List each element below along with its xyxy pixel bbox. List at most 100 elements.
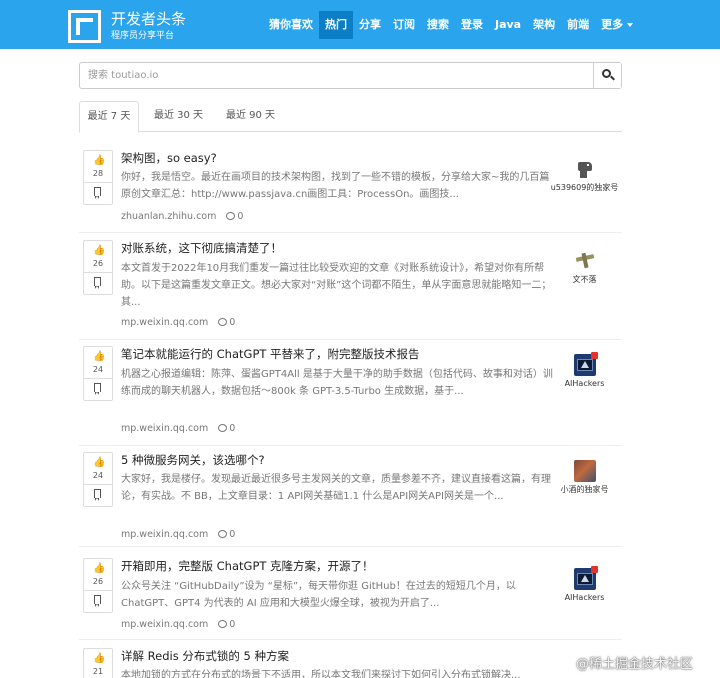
post-summary: 机器之心报道编辑：陈萍、蛋酱GPT4All 是基于大量干净的助手数据（包括代码、… — [121, 369, 553, 397]
post-meta: mp.weixin.qq.com 0 — [121, 619, 235, 631]
post-title[interactable]: 开箱即用，完整版 ChatGPT 克隆方案，开源了！ — [121, 558, 551, 574]
post-title[interactable]: 对账系统，这下彻底搞清楚了！ — [121, 240, 551, 256]
post-title[interactable]: 5 种微服务网关，该选哪个? — [121, 452, 551, 468]
vote-count: 24 — [92, 365, 104, 374]
vote-count: 26 — [92, 259, 104, 268]
author[interactable]: 小酒的独家号 — [547, 460, 622, 495]
dinosaur-avatar-icon — [573, 158, 596, 180]
post-item: 👍 26 开箱即用，完整版 ChatGPT 克隆方案，开源了！ 公众号关注 “G… — [79, 558, 622, 640]
bookmark-icon[interactable] — [94, 277, 101, 289]
nav-more-label: 更多 — [601, 18, 624, 31]
post-source[interactable]: mp.weixin.qq.com — [121, 423, 208, 434]
watermark: @稀土掘金技术社区 — [576, 657, 694, 672]
nav-item-hot[interactable]: 热门 — [319, 11, 353, 39]
comment-icon — [226, 212, 236, 220]
nav-item-share[interactable]: 分享 — [353, 11, 387, 39]
post-item: 👍 28 架构图，so easy? 你好，我是悟空。最近在画项目的技术架构图，找… — [79, 150, 622, 233]
tab-last-90-days[interactable]: 最近 90 天 — [217, 101, 284, 132]
post-summary: 本文首发于2022年10月我们重发一篇过往比较受欢迎的文章《对账系统设计》，希望… — [121, 263, 552, 308]
comment-count[interactable]: 0 — [229, 317, 235, 328]
nav-item-subscribe[interactable]: 订阅 — [387, 11, 421, 39]
post-summary: 公众号关注 “GitHubDaily”设为 “星标”，每天带你逛 GitHub！… — [121, 581, 516, 609]
comment-count[interactable]: 0 — [237, 211, 243, 222]
comment-icon — [218, 620, 228, 628]
bookmark-icon[interactable] — [94, 489, 101, 501]
post-item: 👍 24 5 种微服务网关，该选哪个? 大家好，我是楼仔。发现最近最近很多号主发… — [79, 452, 622, 547]
search-input[interactable] — [80, 63, 594, 88]
comment-count[interactable]: 0 — [229, 423, 235, 434]
tab-last-7-days[interactable]: 最近 7 天 — [79, 101, 139, 133]
thumbs-up-icon[interactable]: 👍 — [93, 458, 105, 468]
search-button[interactable] — [593, 63, 621, 88]
post-title[interactable]: 笔记本就能运行的 ChatGPT 平替来了，附完整版技术报告 — [121, 346, 551, 362]
post-source[interactable]: mp.weixin.qq.com — [121, 317, 208, 328]
post-title[interactable]: 架构图，so easy? — [121, 150, 551, 166]
tab-last-30-days[interactable]: 最近 30 天 — [145, 101, 212, 132]
author[interactable]: AIHackers — [547, 352, 622, 389]
post-summary: 你好，我是悟空。最近在画项目的技术架构图，找到了一些不错的模板，分享给大家~我的… — [121, 172, 550, 200]
nav-item-architecture[interactable]: 架构 — [527, 11, 561, 39]
caret-down-icon — [627, 23, 634, 27]
comment-icon — [218, 530, 228, 538]
thumbs-up-icon[interactable]: 👍 — [93, 156, 105, 166]
post-summary: 大家好，我是楼仔。发现最近最近很多号主发网关的文章，质量参差不齐，建议直接看这篇… — [121, 474, 551, 502]
logo-icon[interactable] — [68, 10, 101, 43]
vote-count: 24 — [92, 471, 104, 480]
author-name: 小酒的独家号 — [560, 485, 609, 494]
vote-box: 👍 28 — [83, 150, 113, 205]
bookmark-icon[interactable] — [94, 187, 101, 199]
bookmark-icon[interactable] — [94, 595, 101, 607]
thumbs-up-icon[interactable]: 👍 — [93, 246, 105, 256]
comment-icon — [218, 318, 228, 326]
vote-count: 26 — [92, 577, 104, 586]
time-range-tabs: 最近 7 天 最近 30 天 最近 90 天 — [79, 101, 622, 133]
vote-count: 28 — [92, 169, 104, 178]
vote-box: 👍 26 — [83, 240, 113, 295]
author-name: 文不落 — [572, 275, 597, 284]
aihackers-avatar-icon — [573, 566, 598, 590]
bookmark-icon[interactable] — [94, 383, 101, 395]
post-source[interactable]: mp.weixin.qq.com — [121, 619, 208, 630]
aihackers-avatar-icon — [573, 352, 598, 376]
vote-box: 👍 24 — [83, 346, 113, 401]
comment-count[interactable]: 0 — [229, 529, 235, 540]
nav-item-frontend[interactable]: 前端 — [561, 11, 595, 39]
comment-count[interactable]: 0 — [229, 619, 235, 630]
comment-icon — [218, 424, 228, 432]
author-name: AIHackers — [564, 593, 605, 602]
post-meta: mp.weixin.qq.com 0 — [121, 423, 235, 435]
brand-title[interactable]: 开发者头条 — [111, 10, 186, 29]
vote-count: 21 — [92, 667, 104, 676]
nav-item-login[interactable]: 登录 — [455, 11, 489, 39]
nav-item-java[interactable]: Java — [489, 11, 527, 39]
author[interactable]: u539609的独家号 — [547, 158, 622, 193]
nav-item-more[interactable]: 更多 — [595, 11, 639, 39]
post-title[interactable]: 详解 Redis 分布式锁的 5 种方案 — [121, 648, 551, 664]
top-navbar: 开发者头条 程序员分享平台 猜你喜欢 热门 分享 订阅 搜索 登录 Java 架… — [0, 0, 720, 49]
author[interactable]: AIHackers — [547, 566, 622, 603]
author[interactable]: 文不落 — [547, 250, 622, 285]
nav-item-search[interactable]: 搜索 — [421, 11, 455, 39]
thumbs-up-icon[interactable]: 👍 — [93, 352, 105, 362]
plane-avatar-icon — [573, 250, 596, 272]
author-name: AIHackers — [564, 379, 605, 388]
author-name: u539609的独家号 — [550, 183, 619, 192]
post-meta: mp.weixin.qq.com 0 — [121, 529, 235, 541]
post-source[interactable]: mp.weixin.qq.com — [121, 529, 208, 540]
post-summary: 本地加锁的方式在分布式的场景下不适用，所以本文我们来探讨下如何引入分布式锁解决.… — [121, 670, 521, 678]
main-nav: 猜你喜欢 热门 分享 订阅 搜索 登录 Java 架构 前端 更多 — [263, 11, 639, 39]
photo-avatar-icon — [573, 460, 596, 482]
thumbs-up-icon[interactable]: 👍 — [93, 654, 105, 664]
nav-item-recommend[interactable]: 猜你喜欢 — [263, 11, 319, 39]
post-source[interactable]: zhuanlan.zhihu.com — [121, 211, 216, 222]
post-meta: zhuanlan.zhihu.com 0 — [121, 211, 243, 223]
search-bar — [79, 62, 622, 89]
vote-box: 👍 21 — [83, 648, 113, 678]
post-item: 👍 21 详解 Redis 分布式锁的 5 种方案 本地加锁的方式在分布式的场景… — [79, 648, 622, 678]
post-meta: mp.weixin.qq.com 0 — [121, 317, 235, 329]
brand-subtitle: 程序员分享平台 — [111, 31, 175, 41]
thumbs-up-icon[interactable]: 👍 — [93, 564, 105, 574]
post-item: 👍 24 笔记本就能运行的 ChatGPT 平替来了，附完整版技术报告 机器之心… — [79, 346, 622, 446]
vote-box: 👍 24 — [83, 452, 113, 507]
vote-box: 👍 26 — [83, 558, 113, 613]
